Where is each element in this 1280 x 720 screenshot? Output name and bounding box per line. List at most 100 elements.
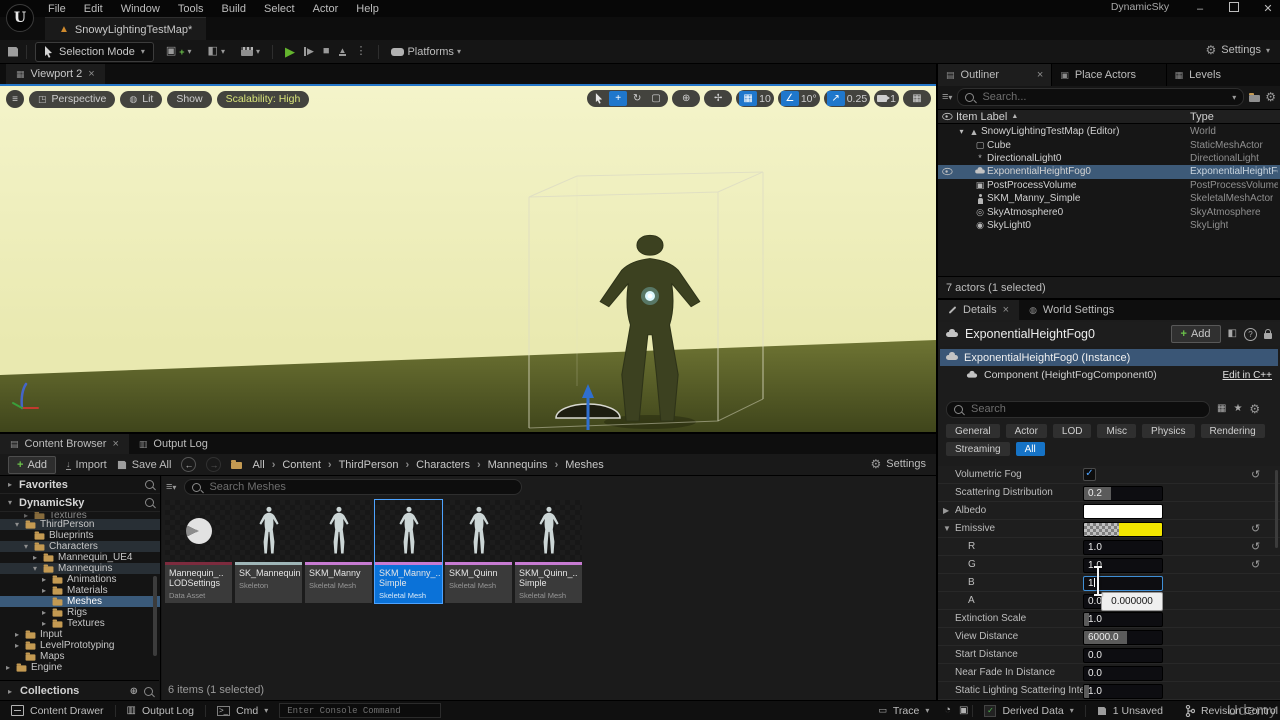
- content-browser-settings-button[interactable]: ⚙ Settings: [870, 458, 926, 470]
- property-value[interactable]: 0.0: [1083, 648, 1161, 661]
- tree-folder-maps[interactable]: Maps: [0, 651, 160, 662]
- close-button[interactable]: ✕: [1262, 2, 1274, 15]
- frame-skip-button[interactable]: ▶: [304, 47, 314, 56]
- asset-tile-skm-manny[interactable]: SKM_MannySkeletal Mesh: [305, 500, 372, 603]
- value-slider[interactable]: 1.0: [1083, 612, 1163, 627]
- outliner-search-box[interactable]: ▾: [957, 88, 1244, 106]
- view-mode-dropdown[interactable]: ◍ Lit: [120, 91, 162, 108]
- search-icon[interactable]: [145, 498, 154, 507]
- show-dropdown[interactable]: Show: [167, 91, 211, 108]
- asset-search-box[interactable]: [184, 479, 522, 495]
- viewport-tab-close-icon[interactable]: ×: [88, 68, 94, 80]
- asset-tile-skm-quinn[interactable]: SKM_QuinnSkeletal Mesh: [445, 500, 512, 603]
- filter-misc[interactable]: Misc: [1097, 424, 1136, 438]
- tree-folder-meshes[interactable]: Meshes: [0, 596, 160, 607]
- menu-help[interactable]: Help: [348, 1, 387, 17]
- reset-to-default-icon[interactable]: ↺: [1251, 558, 1260, 571]
- property-value[interactable]: 1.0: [1083, 612, 1161, 625]
- tab-world-settings[interactable]: ◍ World Settings: [1019, 300, 1124, 320]
- lock-icon[interactable]: [1264, 333, 1272, 339]
- details-scrollbar[interactable]: [1275, 470, 1278, 548]
- tab-output-log[interactable]: ▥ Output Log: [129, 434, 218, 454]
- collections-section[interactable]: ▸ Collections ⊕: [0, 680, 159, 701]
- item-label-column[interactable]: Item Label: [956, 111, 1007, 123]
- move-tool-icon[interactable]: +: [609, 91, 627, 106]
- outliner-row-exponentialheightfog0[interactable]: ExponentialHeightFog0ExponentialHeightFo…: [938, 165, 1280, 178]
- tree-expander-icon[interactable]: ▸: [40, 608, 48, 617]
- tab-details[interactable]: Details ×: [938, 300, 1019, 320]
- outliner-row-snowylightingtestmap-editor[interactable]: ▾▲SnowyLightingTestMap (Editor)World: [938, 125, 1280, 138]
- scale-tool-icon[interactable]: ▢: [647, 91, 665, 106]
- import-button[interactable]: ↓ Import: [66, 459, 107, 471]
- value-box[interactable]: 1.0: [1083, 540, 1163, 555]
- search-options-icon[interactable]: ▾: [1232, 93, 1236, 102]
- unreal-logo-icon[interactable]: U: [6, 4, 34, 32]
- scale-snap-value[interactable]: 0.25: [847, 93, 867, 105]
- tree-expander-icon[interactable]: ▸: [31, 553, 39, 562]
- menu-window[interactable]: Window: [113, 1, 168, 17]
- search-icon[interactable]: [145, 480, 154, 489]
- select-tool-icon[interactable]: [590, 91, 608, 106]
- details-search-box[interactable]: [946, 401, 1210, 418]
- viewport-options-icon[interactable]: ≡: [6, 90, 24, 108]
- asset-tile-skm-quinn-simple[interactable]: SKM_Quinn_..SimpleSkeletal Mesh: [515, 500, 582, 603]
- property-value[interactable]: 0.0: [1083, 666, 1161, 679]
- property-value[interactable]: [1083, 504, 1161, 517]
- value-slider[interactable]: 0.2: [1083, 486, 1163, 501]
- menu-actor[interactable]: Actor: [305, 1, 347, 17]
- breadcrumb-item-all[interactable]: All: [252, 459, 264, 471]
- outliner-filter-icon[interactable]: ≡▾: [942, 91, 952, 103]
- cmd-dropdown[interactable]: >_ Cmd ▾: [206, 701, 279, 720]
- help-icon[interactable]: ?: [1244, 328, 1257, 341]
- tree-folder-rigs[interactable]: ▸Rigs: [0, 607, 160, 618]
- add-actor-dropdown[interactable]: ▣+▾: [162, 46, 196, 57]
- details-search-input[interactable]: [969, 402, 1202, 416]
- visibility-column-icon[interactable]: [942, 113, 952, 120]
- surface-snap-icon[interactable]: ✢: [709, 91, 727, 106]
- property-value[interactable]: ✓: [1083, 468, 1161, 481]
- grid-snap-value[interactable]: 10: [759, 93, 771, 105]
- visibility-toggle[interactable]: [940, 168, 954, 175]
- asset-tile-skm-manny-simple[interactable]: SKM_Manny_..SimpleSkeletal Mesh: [375, 500, 442, 603]
- tree-expander-icon[interactable]: ▾: [22, 542, 30, 551]
- tree-expander-icon[interactable]: ▾: [13, 520, 21, 529]
- tab-content-browser[interactable]: ▤ Content Browser ×: [0, 434, 129, 454]
- value-slider[interactable]: 0.0: [1083, 648, 1163, 663]
- tab-outliner[interactable]: ▤ Outliner ×: [938, 64, 1051, 86]
- unsaved-button[interactable]: 1 Unsaved: [1086, 701, 1174, 720]
- tree-expander-icon[interactable]: ▸: [4, 663, 12, 672]
- tree-expander-icon[interactable]: ▸: [13, 641, 21, 650]
- reset-to-default-icon[interactable]: ↺: [1251, 522, 1260, 535]
- tree-scrollbar[interactable]: [153, 576, 157, 656]
- reset-to-default-icon[interactable]: ↺: [1251, 468, 1260, 481]
- scale-snap-control[interactable]: ↗ 0.25: [824, 90, 870, 107]
- breadcrumb-item-meshes[interactable]: Meshes: [565, 459, 604, 471]
- property-value[interactable]: 6000.0: [1083, 630, 1161, 643]
- toolbar-settings-dropdown[interactable]: ⚙ Settings ▾: [1205, 44, 1270, 56]
- tree-expander-icon[interactable]: ▸: [22, 512, 30, 519]
- add-component-button[interactable]: +Add: [1171, 325, 1221, 343]
- forward-button[interactable]: →: [206, 457, 221, 472]
- tree-folder-animations[interactable]: ▸Animations: [0, 574, 160, 585]
- tree-folder-characters[interactable]: ▾Characters: [0, 541, 160, 552]
- selection-mode-dropdown[interactable]: Selection Mode ▾: [35, 42, 154, 62]
- cinematics-dropdown[interactable]: ▾: [237, 47, 264, 56]
- maximize-viewport-icon[interactable]: ▦: [908, 91, 926, 106]
- stop-button[interactable]: ■: [323, 46, 330, 57]
- favorites-section[interactable]: ▸ Favorites: [0, 476, 160, 494]
- tree-folder-mannequin-ue4[interactable]: ▸Mannequin_UE4: [0, 552, 160, 563]
- filter-all[interactable]: All: [1016, 442, 1045, 456]
- type-column[interactable]: Type: [1190, 111, 1214, 123]
- filter-actor[interactable]: Actor: [1006, 424, 1047, 438]
- asset-tile-sk-mannequin[interactable]: SK_MannequinSkeleton: [235, 500, 302, 603]
- asset-tile-mannequin-lodsettings[interactable]: Mannequin_..LODSettingsData Asset: [165, 500, 232, 603]
- level-tab[interactable]: ▲ SnowyLightingTestMap*: [45, 17, 206, 41]
- color-swatch[interactable]: [1083, 504, 1163, 519]
- filter-physics[interactable]: Physics: [1142, 424, 1194, 438]
- camera-speed-control[interactable]: 1: [874, 90, 899, 107]
- outliner-column-header[interactable]: Item Label ▲ Type: [938, 109, 1280, 124]
- search-icon[interactable]: [144, 687, 153, 696]
- component-row[interactable]: Component (HeightFogComponent0) Edit in …: [940, 367, 1278, 383]
- filter-rendering[interactable]: Rendering: [1201, 424, 1265, 438]
- derived-data-button[interactable]: ✓ Derived Data▾: [973, 701, 1084, 720]
